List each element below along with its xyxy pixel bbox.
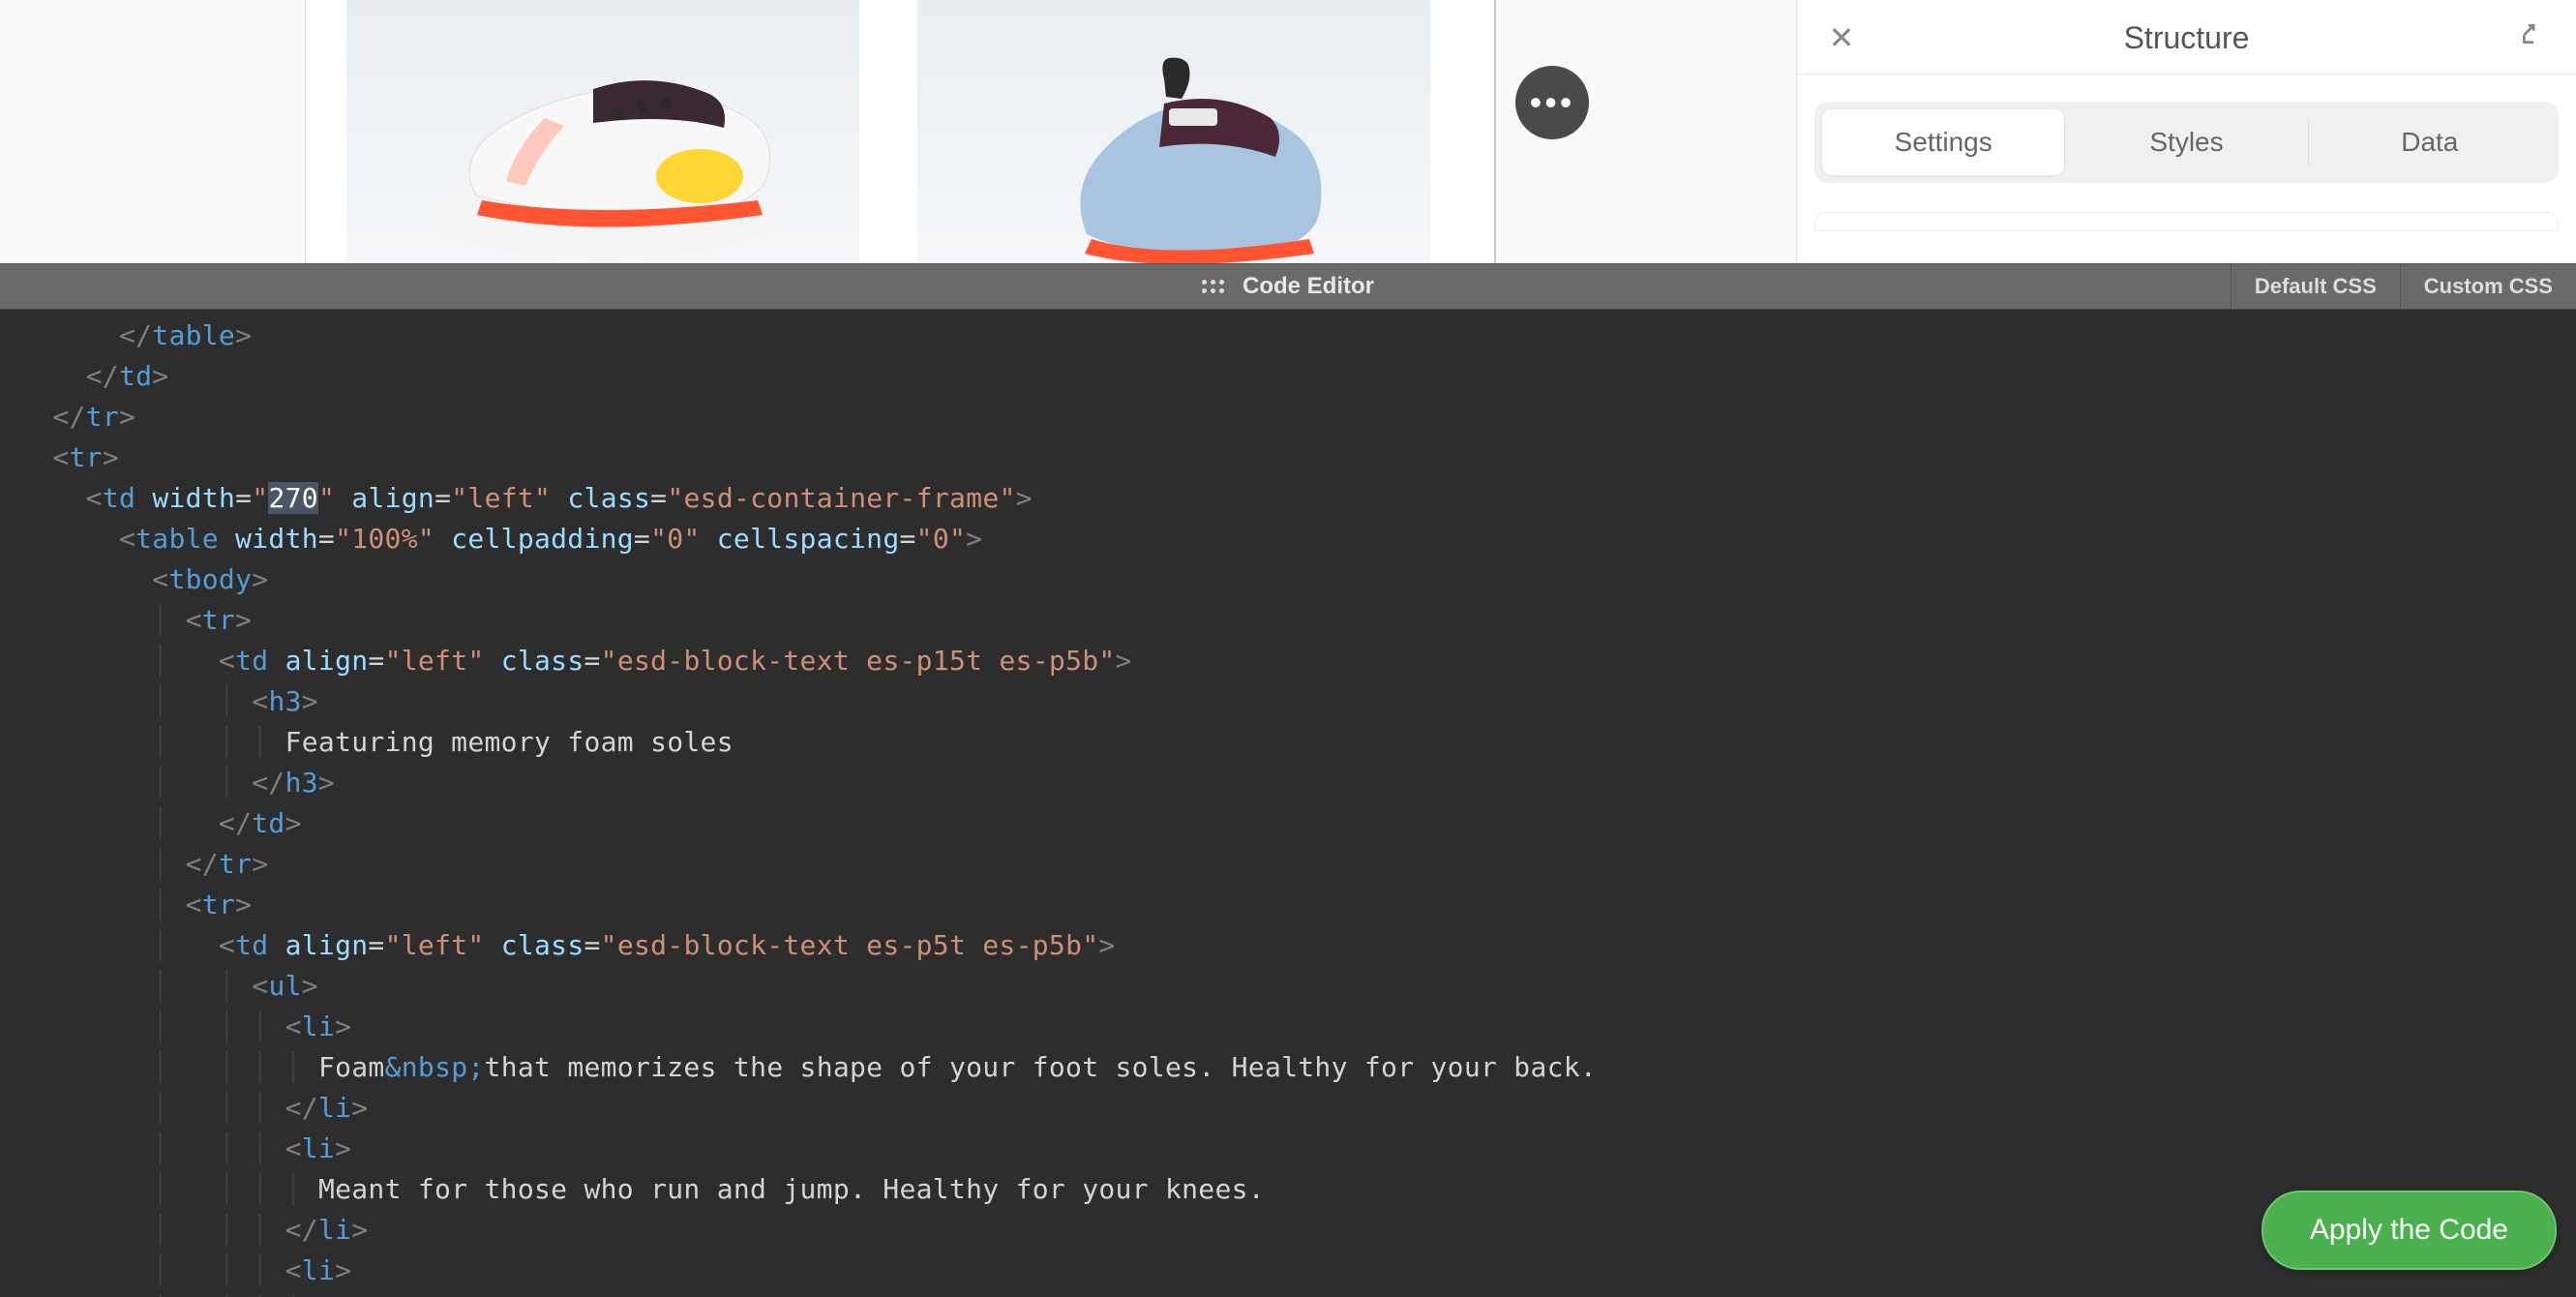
code-text: Featuring memory foam soles [285, 726, 734, 758]
code-attr-value: "0" [650, 523, 700, 555]
code-attr-value: "100%" [335, 523, 434, 555]
code-attr-value: "esd-container-frame" [667, 482, 1015, 514]
code-attr-value: "0" [916, 523, 966, 555]
code-entity: &nbsp; [385, 1051, 485, 1083]
code-editor-label: Code Editor [1202, 273, 1374, 300]
product-image-1 [346, 0, 859, 263]
tab-settings[interactable]: Settings [1822, 109, 2064, 175]
default-css-tab[interactable]: Default CSS [2231, 264, 2400, 309]
preview-area: ••• [0, 0, 1796, 263]
panel-title: Structure [2124, 20, 2250, 56]
code-attr-value: "left" [451, 482, 551, 514]
drag-handle-icon[interactable] [1202, 277, 1231, 296]
code-text: Foam [318, 1051, 385, 1083]
code-text: that memorizes the shape of your foot so… [485, 1051, 1598, 1083]
close-icon[interactable]: ✕ [1822, 19, 1861, 56]
code-attr-value: "esd-block-text es-p5t es-p5b" [601, 929, 1099, 961]
preview-left-pad [0, 0, 306, 263]
code-attr-value: "left" [385, 929, 485, 961]
preview-right-pad: ••• [1496, 0, 1796, 263]
ellipsis-icon: ••• [1530, 82, 1575, 123]
more-options-button[interactable]: ••• [1515, 66, 1589, 139]
code-attr-value: "esd-block-text es-p15t es-p5b" [601, 645, 1116, 677]
code-attr-value: "left" [385, 645, 485, 677]
code-editor-bar[interactable]: Code Editor Default CSS Custom CSS [0, 263, 2576, 310]
code-editor-title: Code Editor [1243, 273, 1374, 300]
preview-content [306, 0, 1496, 263]
tabs-container: Settings Styles Data [1814, 102, 2559, 183]
up-arrow-icon[interactable] [2512, 22, 2551, 54]
apply-code-button[interactable]: Apply the Code [2261, 1191, 2557, 1270]
sub-panel [1814, 212, 2559, 231]
tab-styles[interactable]: Styles [2065, 109, 2307, 175]
product-image-2 [917, 0, 1430, 263]
code-text: Meant for those who run and jump. Health… [318, 1173, 1265, 1205]
custom-css-tab[interactable]: Custom CSS [2400, 264, 2576, 309]
code-editor-area[interactable]: </table> </td> </tr> <tr> <td width="270… [0, 310, 2576, 1297]
structure-panel: ✕ Structure Settings Styles Data [1796, 0, 2576, 263]
tab-data[interactable]: Data [2309, 109, 2551, 175]
